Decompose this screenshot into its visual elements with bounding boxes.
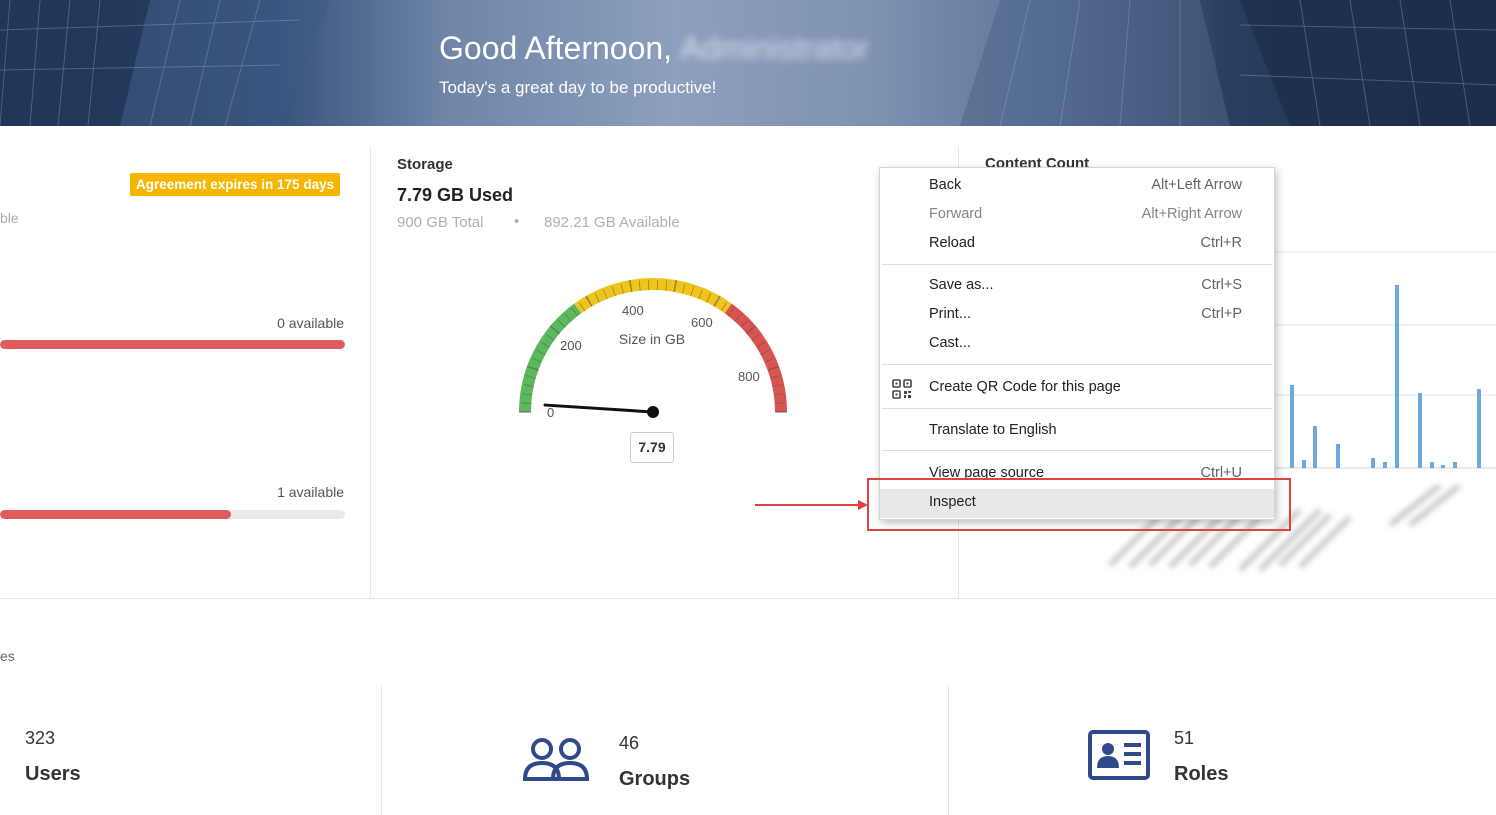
menu-item-create-qr-code[interactable]: Create QR Code for this page xyxy=(880,374,1274,403)
chart-bars xyxy=(1290,285,1481,468)
users-count: 323 xyxy=(25,728,56,748)
menu-item-forward[interactable]: Forward Alt+Right Arrow xyxy=(880,201,1274,230)
gauge-tick-label: 0 xyxy=(547,405,554,420)
greeting-subtitle: Today's a great day to be productive! xyxy=(439,78,717,97)
gauge-pivot xyxy=(647,406,659,418)
annotation-arrow-icon xyxy=(755,500,868,510)
menu-item-print[interactable]: Print... Ctrl+P xyxy=(880,301,1274,330)
menu-item-shortcut: Ctrl+S xyxy=(1201,277,1242,293)
storage-available: 892.21 GB Available xyxy=(544,214,680,231)
section-divider xyxy=(0,598,1496,599)
chart-bar xyxy=(1290,385,1294,468)
storage-total: 900 GB Total xyxy=(397,214,484,231)
chart-bar xyxy=(1395,285,1399,468)
license-usage-fill xyxy=(0,510,232,519)
license-availability: 1 available xyxy=(277,484,344,500)
users-label[interactable]: Users xyxy=(25,763,81,786)
clipped-label: ble xyxy=(0,210,19,226)
menu-item-label: Translate to English xyxy=(929,422,1057,438)
storage-separator: • xyxy=(514,213,520,230)
license-usage-bar xyxy=(0,510,345,519)
menu-item-shortcut: Ctrl+P xyxy=(1201,306,1242,322)
gauge-tick-label: 200 xyxy=(560,338,582,353)
menu-item-label: Forward xyxy=(929,206,983,222)
roles-count: 51 xyxy=(1174,728,1195,748)
greeting-title: Good Afternoon, Administrator xyxy=(439,30,869,67)
storage-gauge: 0 200 400 600 800 Size in GB xyxy=(519,278,787,420)
menu-item-cast[interactable]: Cast... xyxy=(880,330,1274,359)
menu-item-shortcut: Alt+Left Arrow xyxy=(1151,177,1242,193)
menu-separator xyxy=(882,264,1272,265)
welcome-banner: Good Afternoon, Administrator Today's a g… xyxy=(0,0,1496,126)
gauge-tick-label: 600 xyxy=(691,315,713,330)
license-usage-fill xyxy=(0,340,345,349)
clipped-section-label: es xyxy=(0,648,15,664)
menu-separator xyxy=(882,450,1272,451)
chart-bar xyxy=(1371,458,1375,468)
menu-item-shortcut: Ctrl+R xyxy=(1200,235,1243,251)
chart-bar xyxy=(1418,393,1422,468)
chart-bar xyxy=(1430,462,1434,468)
menu-item-translate[interactable]: Translate to English xyxy=(880,417,1274,446)
gauge-band xyxy=(519,303,582,413)
chart-bar xyxy=(1313,426,1317,468)
storage-title: Storage xyxy=(397,156,453,173)
license-usage-bar xyxy=(0,340,345,349)
chart-bar xyxy=(1477,389,1481,468)
menu-item-reload[interactable]: Reload Ctrl+R xyxy=(880,230,1274,259)
stat-divider xyxy=(948,686,949,815)
content-count-chart xyxy=(1270,251,1496,469)
menu-separator xyxy=(882,408,1272,409)
browser-context-menu: Back Alt+Left Arrow Forward Alt+Right Ar… xyxy=(879,167,1275,520)
gauge-title: Size in GB xyxy=(619,331,685,347)
gauge-tick-label: 400 xyxy=(622,303,644,318)
chart-bar xyxy=(1302,460,1306,468)
groups-icon xyxy=(522,738,590,781)
menu-item-label: Save as... xyxy=(929,277,994,293)
groups-label[interactable]: Groups xyxy=(619,768,690,791)
gauge-needle xyxy=(543,403,655,414)
groups-count: 46 xyxy=(619,733,640,753)
agreement-expiry-badge: Agreement expires in 175 days xyxy=(130,173,341,196)
menu-item-label: Reload xyxy=(929,235,975,251)
roles-label[interactable]: Roles xyxy=(1174,763,1228,786)
menu-item-back[interactable]: Back Alt+Left Arrow xyxy=(880,172,1274,201)
menu-item-save-as[interactable]: Save as... Ctrl+S xyxy=(880,272,1274,301)
chart-bar xyxy=(1453,462,1457,468)
panel-divider xyxy=(370,146,371,598)
gauge-band xyxy=(574,278,732,314)
gauge-tick-label: 800 xyxy=(738,369,760,384)
chart-bar xyxy=(1383,462,1387,468)
menu-item-shortcut: Alt+Right Arrow xyxy=(1141,206,1242,222)
menu-separator xyxy=(882,364,1272,365)
chart-bar xyxy=(1336,444,1340,468)
storage-used: 7.79 GB Used xyxy=(397,185,514,205)
gauge-value-label: 7.79 xyxy=(630,432,674,463)
qr-code-icon xyxy=(892,379,912,399)
license-availability: 0 available xyxy=(277,315,344,331)
id-card-icon xyxy=(1088,730,1150,780)
menu-item-label: Create QR Code for this page xyxy=(929,379,1121,395)
menu-item-label: Print... xyxy=(929,306,971,322)
stat-divider xyxy=(381,686,382,815)
user-name-blurred: Administrator xyxy=(680,30,869,66)
chart-bar xyxy=(1441,465,1445,468)
gauge-band xyxy=(724,303,787,413)
menu-item-label: Back xyxy=(929,177,962,193)
menu-item-label: Cast... xyxy=(929,335,971,351)
inspect-highlight-box xyxy=(867,478,1291,531)
greeting-text: Good Afternoon, xyxy=(439,30,673,66)
